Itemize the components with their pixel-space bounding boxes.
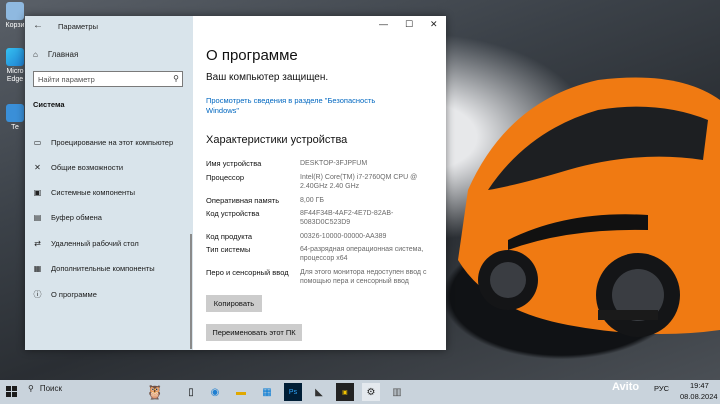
sidebar-item-label: Проецирование на этот компьютер	[51, 138, 174, 147]
search-icon: ⚲	[28, 384, 34, 393]
settings-window: ← Параметры ⌂ Главная Найти параметр ⚲ С…	[25, 16, 446, 350]
sidebar-item-label: Буфер обмена	[51, 213, 102, 222]
protection-status: Ваш компьютер защищен.	[206, 72, 329, 83]
taskbar: ⚲ Поиск 🦉 ▯ ◉ ▬ ▦ Ps ◣ ▣ ⚙ ▥ Avito РУС 1…	[0, 380, 720, 404]
sidebar-item-label: Дополнительные компоненты	[51, 264, 155, 273]
optional-features-icon: ▦	[33, 264, 42, 273]
settings-gear-icon[interactable]: ⚙	[362, 383, 380, 401]
sidebar: ← Параметры ⌂ Главная Найти параметр ⚲ С…	[25, 16, 193, 350]
sidebar-item-label: Общие возможности	[51, 163, 124, 172]
edge-taskbar-icon[interactable]: ◉	[206, 383, 224, 401]
spec-value: 00326-10000-00000-AA389	[300, 233, 387, 240]
projector-icon: ▭	[33, 138, 42, 147]
spec-label: Тип системы	[206, 245, 251, 254]
sidebar-item-home[interactable]: ⌂ Главная	[33, 50, 78, 59]
sidebar-item-label: Главная	[47, 50, 79, 59]
section-heading: Система	[33, 100, 65, 109]
app-icon	[6, 104, 24, 122]
spec-value: DESKTOP-3FJPFUM	[300, 160, 368, 167]
sidebar-scrollbar[interactable]	[190, 234, 192, 349]
spec-label: Код продукта	[206, 232, 253, 241]
car-wallpaper-image	[458, 77, 720, 337]
spec-label: Имя устройства	[206, 159, 262, 168]
sidebar-item-components[interactable]: ▣ Системные компоненты	[33, 188, 135, 197]
windows-start-icon[interactable]	[6, 386, 17, 397]
spec-value: Intel(R) Core(TM) i7-2760QM CPU @ 2.40GH…	[300, 174, 418, 190]
search-icon: ⚲	[173, 74, 179, 83]
clock-date: 08.08.2024	[680, 392, 718, 401]
avito-watermark: Avito	[612, 381, 640, 393]
spec-value: 8,00 ГБ	[300, 197, 324, 204]
rename-pc-button[interactable]: Переименовать этот ПК	[206, 324, 302, 341]
window-title: Параметры	[58, 22, 98, 31]
spec-label: Процессор	[206, 173, 245, 182]
explorer-icon[interactable]: ▬	[232, 383, 250, 401]
taskbar-search-label: Поиск	[39, 384, 63, 393]
close-button[interactable]: ✕	[430, 19, 438, 30]
components-icon: ▣	[33, 188, 42, 197]
desktop-icon-label: Те	[11, 124, 19, 131]
task-view-icon[interactable]: ▯	[182, 383, 200, 401]
language-indicator[interactable]: РУС	[654, 384, 669, 393]
main-content: — ☐ ✕ О программе Ваш компьютер защищен.…	[193, 16, 446, 350]
back-arrow-icon[interactable]: ←	[33, 20, 43, 31]
security-link[interactable]: Просмотреть сведения в разделе "Безопасн…	[206, 96, 396, 115]
spec-label: Код устройства	[206, 209, 260, 218]
spec-value: 64-разрядная операционная система, проце…	[300, 246, 424, 262]
recycle-bin-icon	[6, 2, 24, 20]
sidebar-item-shared[interactable]: ✕ Общие возможности	[33, 163, 123, 172]
maximize-button[interactable]: ☐	[405, 19, 413, 30]
owl-widget-icon[interactable]: 🦉	[140, 383, 170, 401]
counter-strike-icon[interactable]: ◣	[310, 383, 328, 401]
desktop-icon-edge[interactable]: Micro Edge	[4, 48, 26, 84]
sidebar-item-projecting[interactable]: ▭ Проецирование на этот компьютер	[33, 138, 173, 147]
taskbar-search[interactable]: ⚲ Поиск	[28, 384, 62, 393]
photoshop-icon[interactable]: Ps	[284, 383, 302, 401]
sidebar-item-about[interactable]: ⓘ О программе	[33, 289, 97, 300]
copy-button[interactable]: Копировать	[206, 295, 262, 312]
sidebar-item-clipboard[interactable]: ▤ Буфер обмена	[33, 213, 102, 222]
sidebar-item-label: Удаленный рабочий стол	[51, 239, 139, 248]
spec-value: Для этого монитора недоступен ввод с пом…	[300, 269, 427, 285]
spec-value: 8F44F34B-4AF2-4E7D-82AB-5083D0C523D9	[300, 210, 394, 226]
specs-heading: Характеристики устройства	[206, 134, 348, 146]
home-icon: ⌂	[33, 50, 38, 59]
search-input[interactable]: Найти параметр ⚲	[33, 71, 183, 87]
edge-icon	[6, 48, 24, 66]
sidebar-item-label: О программе	[51, 290, 97, 299]
clock-time: 19:47	[690, 381, 709, 390]
store-icon[interactable]: ▦	[258, 383, 276, 401]
spec-label: Оперативная память	[206, 196, 280, 205]
desktop-icon-label: Micro Edge	[6, 68, 24, 83]
sidebar-item-optional-features[interactable]: ▦ Дополнительные компоненты	[33, 264, 155, 273]
remote-desktop-icon: ⇄	[34, 239, 41, 248]
app-taskbar-icon[interactable]: ▥	[388, 383, 406, 401]
sidebar-item-remote-desktop[interactable]: ⇄ Удаленный рабочий стол	[33, 239, 139, 248]
minimize-button[interactable]: —	[379, 19, 388, 29]
shared-icon: ✕	[34, 163, 41, 172]
info-icon: ⓘ	[33, 290, 42, 299]
sidebar-item-label: Системные компоненты	[51, 188, 136, 197]
desktop-icon-te[interactable]: Те	[4, 104, 26, 132]
spec-label: Перо и сенсорный ввод	[206, 268, 289, 277]
search-placeholder: Найти параметр	[38, 75, 95, 84]
desktop-icon-label: Корзи	[5, 22, 25, 29]
page-title: О программе	[206, 47, 298, 64]
desktop-icon-recycle-bin[interactable]: Корзи	[4, 2, 26, 30]
clipboard-icon: ▤	[33, 213, 42, 222]
game-icon[interactable]: ▣	[336, 383, 354, 401]
